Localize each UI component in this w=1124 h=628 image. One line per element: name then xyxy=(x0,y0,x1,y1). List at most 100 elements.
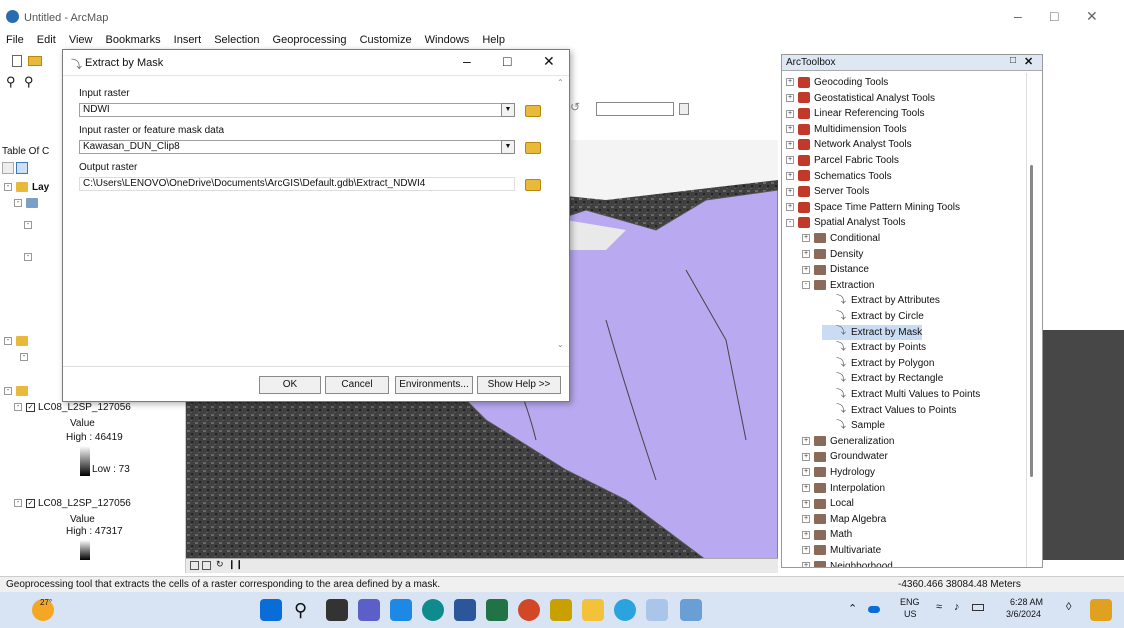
output-raster-field[interactable]: C:\Users\LENOVO\OneDrive\Documents\ArcGI… xyxy=(79,177,515,191)
mask-browse-icon[interactable] xyxy=(525,142,541,154)
new-document-icon[interactable] xyxy=(12,55,22,67)
powerpoint-icon[interactable] xyxy=(518,599,540,621)
start-icon[interactable] xyxy=(260,599,282,621)
toolbox-item[interactable]: + Network Analyst Tools xyxy=(786,137,912,153)
menu-customize[interactable]: Customize xyxy=(360,34,412,46)
menu-windows[interactable]: Windows xyxy=(425,34,470,46)
toolbox-item[interactable]: + Geostatistical Analyst Tools xyxy=(786,91,935,107)
ok-button[interactable]: OK xyxy=(259,376,321,394)
toolbox-close-icon[interactable]: ✕ xyxy=(1024,55,1033,68)
toolbox-item[interactable]: + Distance xyxy=(802,262,869,278)
expand-icon[interactable]: + xyxy=(786,171,794,180)
toolbox-item[interactable]: ⤵ Extract by Mask xyxy=(822,324,923,341)
toolbox-item[interactable]: + Linear Referencing Tools xyxy=(786,106,924,122)
environments-button[interactable]: Environments... xyxy=(395,376,473,394)
toolbox-item[interactable]: + Conditional xyxy=(802,231,880,247)
toolbox-item[interactable]: ⤵ Extract Values to Points xyxy=(822,403,956,419)
file-explorer-icon[interactable] xyxy=(582,599,604,621)
expand-icon[interactable]: + xyxy=(786,140,794,149)
expand-icon[interactable]: + xyxy=(802,499,810,508)
arccatalog-icon[interactable] xyxy=(680,599,702,621)
layout-view-icon[interactable] xyxy=(202,561,211,570)
scroll-up-icon[interactable]: ⌃ xyxy=(557,78,564,87)
dialog-close-icon[interactable]: ✕ xyxy=(543,53,555,70)
expand-icon[interactable]: + xyxy=(786,203,794,212)
battery-icon[interactable] xyxy=(972,604,984,611)
clock-date[interactable]: 3/6/2024 xyxy=(1006,609,1041,619)
expand-icon[interactable]: + xyxy=(802,452,810,461)
expand-icon[interactable]: + xyxy=(802,515,810,524)
toc-folder-row[interactable]: - xyxy=(4,386,32,397)
scroll-down-icon[interactable]: ⌄ xyxy=(557,340,564,349)
collapse-icon[interactable]: - xyxy=(14,199,22,208)
toc-layer-1[interactable]: - ✓ LC08_L2SP_127056 xyxy=(14,402,131,413)
toolbox-item[interactable]: + Schematics Tools xyxy=(786,169,892,185)
expand-icon[interactable]: + xyxy=(802,468,810,477)
list-by-source-icon[interactable] xyxy=(16,162,28,174)
volume-icon[interactable]: ♪ xyxy=(954,601,960,613)
toolbox-item[interactable]: - Spatial Analyst Tools xyxy=(786,215,906,231)
dialog-maximize-icon[interactable]: □ xyxy=(503,53,511,69)
menu-geoprocessing[interactable]: Geoprocessing xyxy=(273,34,347,46)
toc-layers-row[interactable]: - Lay xyxy=(4,182,49,193)
scale-dropdown[interactable] xyxy=(679,103,689,115)
scroll-thumb[interactable] xyxy=(1030,165,1033,477)
input-raster-dropdown[interactable]: ▼ xyxy=(501,103,515,117)
toolbox-item[interactable]: ⤵ Extract by Points xyxy=(822,340,926,356)
maximize-icon[interactable]: □ xyxy=(1050,8,1058,24)
collapse-icon[interactable]: - xyxy=(4,387,12,396)
expand-icon[interactable]: + xyxy=(786,109,794,118)
expand-icon[interactable]: + xyxy=(786,78,794,87)
layer-checkbox[interactable]: ✓ xyxy=(26,498,35,508)
pause-icon[interactable]: ❙❙ xyxy=(228,559,243,570)
toolbox-item[interactable]: + Multidimension Tools xyxy=(786,122,907,138)
menu-edit[interactable]: Edit xyxy=(37,34,56,46)
toolbox-item[interactable]: + Space Time Pattern Mining Tools xyxy=(786,200,960,216)
toolbox-item[interactable]: ⤵ Extract by Polygon xyxy=(822,356,934,372)
scale-combo[interactable] xyxy=(596,102,674,116)
expand-icon[interactable]: + xyxy=(802,530,810,539)
menu-view[interactable]: View xyxy=(69,34,93,46)
toolbox-item[interactable]: ⤵ Sample xyxy=(822,418,885,434)
toolbox-item[interactable]: + Parcel Fabric Tools xyxy=(786,153,899,169)
show-help-button[interactable]: Show Help >> xyxy=(477,376,561,394)
toolbox-item[interactable]: - Extraction xyxy=(802,278,874,294)
toolbox-item[interactable]: + Density xyxy=(802,247,863,263)
toolbox-item[interactable]: ⤵ Extract Multi Values to Points xyxy=(822,387,980,403)
toolbox-item[interactable]: ⤵ Extract by Attributes xyxy=(822,293,940,309)
toolbox-item[interactable]: + Neighborhood xyxy=(802,559,893,567)
toolbox-item[interactable]: + Generalization xyxy=(802,434,894,450)
edge-icon[interactable] xyxy=(422,599,444,621)
list-by-drawing-order-icon[interactable] xyxy=(2,162,14,174)
expand-icon[interactable]: + xyxy=(786,125,794,134)
menu-file[interactable]: File xyxy=(6,34,24,46)
toolbox-item[interactable]: + Hydrology xyxy=(802,465,875,481)
collapse-icon[interactable]: - xyxy=(14,403,22,412)
mask-field[interactable]: Kawasan_DUN_Clip8 xyxy=(79,140,515,154)
toc-folder-row[interactable]: - xyxy=(4,336,32,347)
onedrive-icon[interactable] xyxy=(868,606,880,613)
input-raster-field[interactable]: NDWI xyxy=(79,103,515,117)
float-icon[interactable]: □ xyxy=(1010,55,1016,66)
toc-group-row[interactable]: - xyxy=(14,198,42,209)
dialog-minimize-icon[interactable]: – xyxy=(463,53,471,69)
layer-checkbox[interactable]: ✓ xyxy=(26,402,35,412)
close-icon[interactable]: ✕ xyxy=(1086,8,1098,25)
notification-bell-icon[interactable]: ◊ xyxy=(1066,601,1071,613)
toc-collapse-row[interactable]: - xyxy=(20,352,32,363)
rotate-icon[interactable]: ↺ xyxy=(570,100,580,114)
expand-icon[interactable]: + xyxy=(802,249,810,258)
toolbox-item[interactable]: + Map Algebra xyxy=(802,512,886,528)
toolbox-item[interactable]: ⤵ Extract by Circle xyxy=(822,309,924,325)
clock-time[interactable]: 6:28 AM xyxy=(1010,597,1043,607)
toc-collapse-row[interactable]: - xyxy=(24,252,36,263)
wifi-icon[interactable]: ≈ xyxy=(936,601,942,613)
toolbox-item[interactable]: + Groundwater xyxy=(802,449,888,465)
teams-icon[interactable] xyxy=(358,599,380,621)
menu-insert[interactable]: Insert xyxy=(174,34,202,46)
calendar-icon[interactable] xyxy=(550,599,572,621)
tray-chevron-icon[interactable]: ⌃ xyxy=(848,602,857,615)
expand-icon[interactable]: + xyxy=(786,93,794,102)
toc-collapse-row[interactable]: - xyxy=(24,220,36,231)
zoom-in-icon[interactable]: ⚲ xyxy=(6,74,16,90)
